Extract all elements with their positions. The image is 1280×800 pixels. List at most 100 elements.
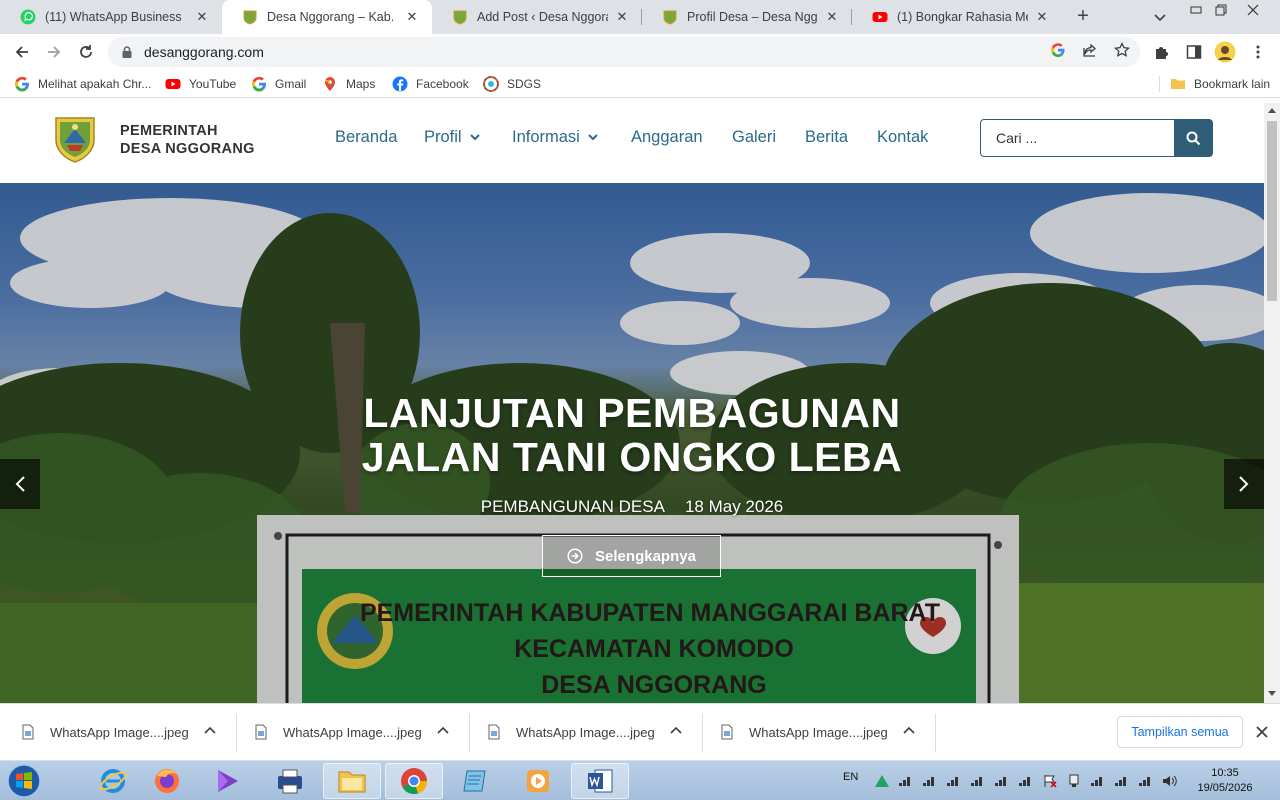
slider-next-button[interactable] [1224, 459, 1264, 509]
network-icon[interactable] [970, 774, 986, 788]
language-indicator[interactable]: EN [843, 771, 858, 783]
taskbar-notepad-app[interactable] [447, 763, 505, 799]
tab-title: Desa Nggorang – Kab. Man [267, 10, 398, 24]
other-bookmarks[interactable]: Bookmark lain [1170, 76, 1270, 92]
folder-icon [338, 771, 366, 793]
nav-label: Galeri [732, 128, 777, 146]
nav-profil[interactable]: Profil [424, 128, 480, 147]
page-scrollbar[interactable] [1264, 103, 1280, 703]
taskbar-chrome[interactable] [385, 763, 443, 799]
bookmark-item[interactable]: Maps [322, 76, 375, 92]
brand-line-1: PEMERINTAH [120, 123, 218, 139]
tab-whatsapp[interactable]: (11) WhatsApp Business ✕ [0, 0, 222, 34]
volume-icon[interactable] [1162, 774, 1178, 788]
nav-informasi[interactable]: Informasi [512, 128, 598, 147]
network-icon[interactable] [946, 774, 962, 788]
nav-anggaran[interactable]: Anggaran [631, 128, 703, 147]
network-icon[interactable] [1138, 774, 1154, 788]
download-item[interactable]: WhatsApp Image....jpeg [233, 714, 463, 750]
new-tab-button[interactable]: + [1072, 6, 1094, 28]
drive-sync-icon[interactable] [874, 774, 890, 788]
download-shelf: WhatsApp Image....jpeg WhatsApp Image...… [0, 703, 1280, 760]
nav-galeri[interactable]: Galeri [732, 128, 776, 147]
nav-kontak[interactable]: Kontak [877, 128, 928, 147]
address-bar[interactable]: desanggorang.com [108, 37, 1140, 67]
scroll-down-icon[interactable] [1268, 691, 1276, 697]
read-more-button[interactable]: Selengkapnya [542, 535, 721, 577]
system-clock[interactable]: 10:35 19/05/2026 [1194, 766, 1256, 796]
network-icon[interactable] [1114, 774, 1130, 788]
bookmark-item[interactable]: SDGS [483, 76, 541, 92]
forward-button[interactable] [42, 40, 66, 64]
nav-berita[interactable]: Berita [805, 128, 848, 147]
hero-title[interactable]: LANJUTAN PEMBAGUNAN JALAN TANI ONGKO LEB… [0, 391, 1264, 479]
minimize-button[interactable] [1183, 0, 1209, 20]
search-input[interactable] [980, 119, 1175, 157]
close-icon[interactable]: ✕ [1034, 9, 1050, 25]
chevron-up-icon[interactable] [437, 726, 449, 734]
bookmark-item[interactable]: Gmail [251, 76, 306, 92]
extensions-button[interactable] [1150, 40, 1174, 64]
browser-toolbar: desanggorang.com [0, 34, 1280, 70]
google-translate-icon[interactable] [1049, 41, 1067, 59]
close-icon[interactable]: ✕ [194, 9, 210, 25]
download-item[interactable]: WhatsApp Image....jpeg [466, 714, 696, 750]
usb-device-icon[interactable] [1066, 774, 1082, 788]
network-icon[interactable] [1018, 774, 1034, 788]
hero-slider: PEMERINTAH KABUPATEN MANGGARAI BARAT KEC… [0, 183, 1264, 703]
read-more-label: Selengkapnya [595, 547, 696, 565]
nav-label: Anggaran [631, 128, 703, 146]
network-icon[interactable] [898, 774, 914, 788]
profile-avatar[interactable] [1213, 40, 1237, 64]
chevron-down-icon[interactable] [1152, 9, 1168, 25]
side-panel-button[interactable] [1182, 40, 1206, 64]
village-logo[interactable] [54, 115, 96, 163]
hero-category[interactable]: PEMBANGUNAN DESA [481, 497, 665, 516]
restore-button[interactable] [1208, 0, 1234, 20]
tab-profil-desa[interactable]: Profil Desa – Desa Nggoran ✕ [642, 0, 852, 34]
tab-youtube[interactable]: (1) Bongkar Rahasia Menen ✕ [852, 0, 1062, 34]
slider-prev-button[interactable] [0, 459, 40, 509]
close-window-button[interactable] [1240, 0, 1266, 20]
taskbar-word[interactable] [571, 763, 629, 799]
nav-beranda[interactable]: Beranda [335, 128, 397, 147]
chevron-up-icon[interactable] [903, 726, 915, 734]
close-icon[interactable]: ✕ [404, 9, 420, 25]
windows-start-button[interactable] [4, 763, 44, 799]
close-icon[interactable]: ✕ [614, 9, 630, 25]
bookmark-item[interactable]: Facebook [392, 76, 469, 92]
scrollbar-thumb[interactable] [1267, 121, 1277, 301]
bookmark-item[interactable]: YouTube [165, 76, 236, 92]
action-center-flag-icon[interactable] [1042, 774, 1058, 788]
reload-icon [80, 45, 92, 58]
network-icon[interactable] [1090, 774, 1106, 788]
taskbar-file-explorer[interactable] [323, 763, 381, 799]
show-all-downloads-button[interactable]: Tampilkan semua [1117, 716, 1243, 748]
tab-desa-nggorang[interactable]: Desa Nggorang – Kab. Man ✕ [222, 0, 432, 34]
reload-button[interactable] [74, 40, 98, 64]
browser-menu-button[interactable] [1246, 40, 1270, 64]
download-item[interactable]: WhatsApp Image....jpeg [0, 714, 230, 750]
taskbar-video-app[interactable] [199, 763, 257, 799]
network-icon[interactable] [922, 774, 938, 788]
download-item[interactable]: WhatsApp Image....jpeg [699, 714, 929, 750]
share-icon[interactable] [1081, 41, 1099, 59]
nav-label: Berita [805, 128, 849, 146]
chevron-up-icon[interactable] [204, 726, 216, 734]
bookmark-label: Facebook [416, 77, 469, 91]
close-icon[interactable] [1252, 722, 1272, 742]
tab-add-post[interactable]: Add Post ‹ Desa Nggorang ✕ [432, 0, 642, 34]
taskbar-firefox[interactable] [138, 763, 196, 799]
network-icon[interactable] [994, 774, 1010, 788]
close-icon[interactable]: ✕ [824, 9, 840, 25]
bookmark-star-icon[interactable] [1113, 41, 1131, 59]
search-button[interactable] [1174, 119, 1213, 157]
taskbar-internet-explorer[interactable] [84, 763, 142, 799]
taskbar-media-player[interactable] [509, 763, 567, 799]
bookmark-item[interactable]: Melihat apakah Chr... [14, 76, 151, 92]
back-button[interactable] [10, 40, 34, 64]
site-brand[interactable]: PEMERINTAH DESA NGGORANG [120, 122, 255, 158]
scroll-up-icon[interactable] [1268, 107, 1276, 113]
chevron-up-icon[interactable] [670, 726, 682, 734]
taskbar-printer[interactable] [261, 763, 319, 799]
